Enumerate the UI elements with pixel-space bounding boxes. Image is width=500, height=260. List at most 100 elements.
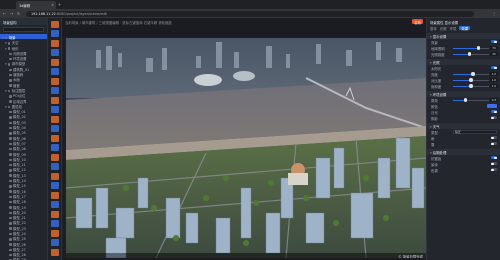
tree-list: ▾ 场景 ▾ 天空 ▾ 地形 光照设置 环境设置 ▾ 城市模型 建筑群_01 道路网 水面 植被 ▾ 标注图层… xyxy=(0,34,47,260)
new-tab-button[interactable]: + xyxy=(58,2,61,7)
slider-handle[interactable] xyxy=(467,52,471,56)
tool-icon[interactable] xyxy=(50,39,59,47)
property-value-input[interactable]: 1.0 xyxy=(490,84,498,88)
property-label: 色调 xyxy=(431,169,438,174)
property-select[interactable]: 晴天 xyxy=(453,130,497,134)
property-slider[interactable] xyxy=(453,72,489,76)
property-slider[interactable] xyxy=(453,84,489,88)
color-swatch[interactable] xyxy=(487,104,497,108)
publish-button[interactable]: 发布 xyxy=(412,19,423,25)
tool-icon[interactable] xyxy=(50,20,59,28)
properties-tab[interactable]: 光照 xyxy=(440,26,447,31)
properties-tab[interactable]: 环境 xyxy=(450,26,457,31)
tool-icon[interactable] xyxy=(50,229,59,237)
properties-tab[interactable]: 基本 xyxy=(430,26,437,31)
breadcrumb: 当前场景 / 城市建筑 / 三维视图编辑 · 鼠标左键旋转 右键平移 滚轮缩放 xyxy=(65,20,172,25)
tree-item[interactable]: 模型_29 xyxy=(0,256,47,260)
tool-icon[interactable] xyxy=(50,172,59,180)
property-toggle[interactable] xyxy=(491,142,497,146)
url-host: 192.168.11.22 xyxy=(31,11,56,16)
slider-handle[interactable] xyxy=(476,46,480,50)
properties-sections: 显示设置背景地球透明70光照强度45光照太阳光亮度1.0对比度1.0饱和度1.0… xyxy=(427,33,500,173)
tool-icon[interactable] xyxy=(50,201,59,208)
property-label: 光照强度 xyxy=(431,53,445,58)
property-toggle[interactable] xyxy=(491,156,497,160)
url-field[interactable]: 192.168.11.22:8080/project/layer/scene/e… xyxy=(26,10,474,17)
property-label: 雪 xyxy=(431,143,435,148)
tool-icon[interactable] xyxy=(50,30,59,37)
tool-icon[interactable] xyxy=(50,163,59,170)
slider-fill xyxy=(453,85,471,87)
slider-handle[interactable] xyxy=(471,72,475,76)
tool-icon[interactable] xyxy=(50,191,59,199)
property-slider[interactable] xyxy=(453,98,489,102)
tool-icon[interactable] xyxy=(50,106,59,113)
tool-icon[interactable] xyxy=(50,68,59,75)
property-row: 饱和度 1.0 xyxy=(427,83,500,89)
forward-icon[interactable]: → xyxy=(10,11,13,16)
close-tab-icon[interactable]: × xyxy=(51,3,54,7)
tool-icon[interactable] xyxy=(50,220,59,227)
property-toggle[interactable] xyxy=(491,116,497,120)
url-path: :8080/project/layer/scene/edit xyxy=(55,11,107,16)
slider-fill xyxy=(453,47,479,49)
address-bar-row: ← → ↻ 192.168.11.22:8080/project/layer/s… xyxy=(0,9,500,18)
tool-icon[interactable] xyxy=(50,134,59,142)
city-scene-image xyxy=(66,38,426,258)
browser-tab[interactable]: 3d编辑 × xyxy=(16,1,56,9)
tool-icon[interactable] xyxy=(50,96,59,104)
slider-handle[interactable] xyxy=(463,98,468,102)
property-toggle[interactable] xyxy=(491,136,497,140)
property-row: 雪 xyxy=(427,141,500,147)
property-toggle[interactable] xyxy=(491,162,497,166)
tool-strip xyxy=(48,18,62,260)
property-value-input[interactable]: 1.0 xyxy=(490,78,498,82)
properties-panel: 场景属性 显示设置 基本光照环境效果 显示设置背景地球透明70光照强度45光照太… xyxy=(426,18,500,260)
property-value-input[interactable]: 70 xyxy=(490,46,498,50)
tool-icon[interactable] xyxy=(50,87,59,94)
property-slider[interactable] xyxy=(453,52,489,56)
slider-fill xyxy=(453,53,470,55)
slider-handle[interactable] xyxy=(469,78,473,82)
reload-icon[interactable]: ↻ xyxy=(17,11,20,16)
property-toggle[interactable] xyxy=(491,110,497,114)
tree-search-input[interactable] xyxy=(3,27,44,32)
tool-icon[interactable] xyxy=(50,125,59,132)
property-row: 阴影 xyxy=(427,115,500,121)
property-value-input[interactable]: 45 xyxy=(490,52,498,56)
scene-tree-panel: 场景结构 ▾ 场景 ▾ 天空 ▾ 地形 光照设置 环境设置 ▾ 城市模型 建筑群_01 道路网 水面 植被… xyxy=(0,18,48,260)
property-toggle[interactable] xyxy=(491,168,497,172)
3d-viewport[interactable]: © 场景加载完成 xyxy=(66,38,426,258)
editor-app: 场景结构 ▾ 场景 ▾ 天空 ▾ 地形 光照设置 环境设置 ▾ 城市模型 建筑群_01 道路网 水面 植被… xyxy=(0,18,500,260)
properties-tab[interactable]: 效果 xyxy=(459,25,471,31)
tool-icon[interactable] xyxy=(50,182,59,189)
tool-icon[interactable] xyxy=(50,248,59,256)
tool-icon[interactable] xyxy=(50,115,59,123)
browser-menu-icon[interactable]: ⋮ xyxy=(492,11,496,16)
browser-tabstrip: 3d编辑 × + xyxy=(0,0,500,9)
canvas-header: 当前场景 / 城市建筑 / 三维视图编辑 · 鼠标左键旋转 右键平移 滚轮缩放 … xyxy=(62,18,426,36)
tab-title: 3d编辑 xyxy=(19,4,31,8)
property-slider[interactable] xyxy=(453,78,489,82)
property-value-input[interactable]: 0.3 xyxy=(490,98,498,102)
scene-tree-title: 场景结构 xyxy=(0,18,47,25)
back-icon[interactable]: ← xyxy=(3,11,6,16)
tool-icon[interactable] xyxy=(50,58,59,66)
property-row: 色调 xyxy=(427,167,500,173)
property-slider[interactable] xyxy=(453,46,489,50)
tool-icon[interactable] xyxy=(50,77,59,85)
slider-handle[interactable] xyxy=(469,84,473,88)
tool-icon[interactable] xyxy=(50,144,59,151)
tool-icon[interactable] xyxy=(50,49,59,56)
property-toggle[interactable] xyxy=(491,40,497,44)
tool-icon[interactable] xyxy=(50,210,59,218)
property-label: 饱和度 xyxy=(431,85,442,90)
property-value-input[interactable]: 1.0 xyxy=(490,72,498,76)
tool-icon[interactable] xyxy=(50,239,59,246)
property-label: 阴影 xyxy=(431,117,438,122)
properties-tabs: 基本 光照 环境 效果 xyxy=(427,24,500,31)
property-toggle[interactable] xyxy=(491,66,497,70)
property-row: 光照强度 45 xyxy=(427,51,500,57)
tool-icon[interactable] xyxy=(50,153,59,161)
slider-fill xyxy=(453,79,471,81)
